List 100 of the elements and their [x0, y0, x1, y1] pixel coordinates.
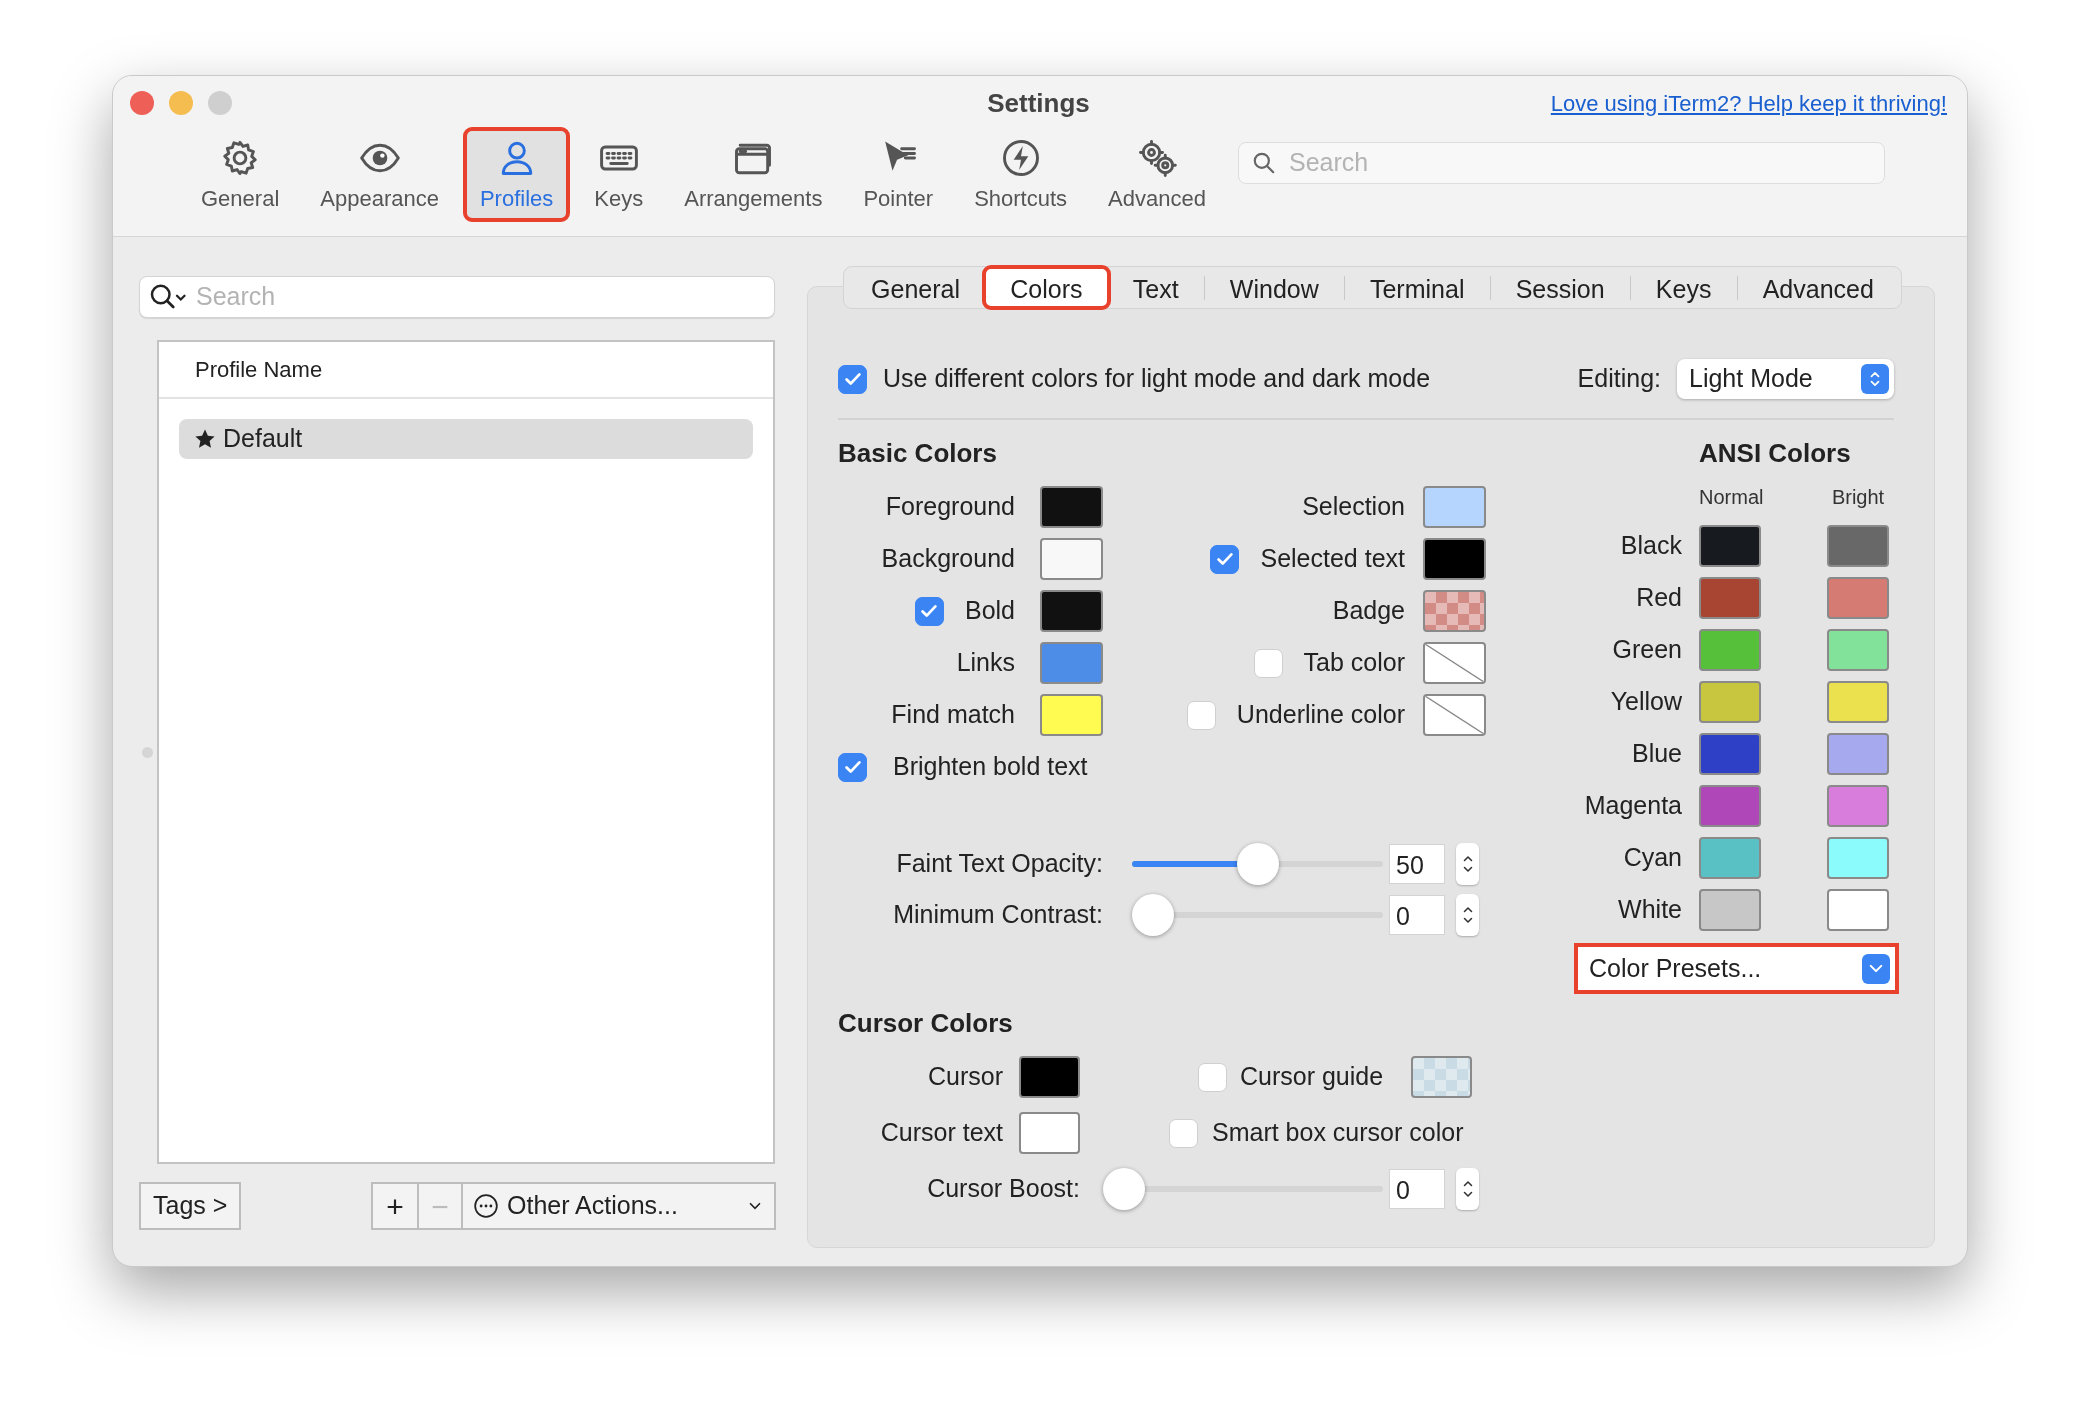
slider-label: Cursor Boost:	[926, 1173, 1080, 1205]
color-swatch[interactable]	[1040, 590, 1103, 632]
color-swatch[interactable]	[1827, 629, 1889, 671]
color-swatch[interactable]	[1019, 1056, 1080, 1098]
tab[interactable]: Text	[1107, 268, 1204, 307]
chevron-icon	[1869, 964, 1883, 973]
color-swatch[interactable]	[1699, 681, 1761, 723]
tags-button[interactable]: Tags >	[139, 1182, 242, 1230]
color-swatch[interactable]	[1040, 486, 1103, 528]
color-label: Cyan	[1622, 842, 1682, 874]
slider[interactable]	[1103, 1168, 1383, 1210]
zoom-button[interactable]	[208, 91, 232, 115]
color-swatch[interactable]	[1423, 538, 1486, 580]
checkbox[interactable]	[1186, 700, 1216, 730]
checkbox[interactable]	[1169, 1118, 1198, 1148]
toolbar-tab[interactable]: General	[187, 130, 294, 219]
color-swatch[interactable]	[1411, 1056, 1473, 1098]
color-swatch[interactable]	[1019, 1112, 1080, 1154]
toolbar-tab[interactable]: Arrangements	[670, 130, 837, 219]
checkbox[interactable]	[914, 596, 944, 626]
color-swatch[interactable]	[1699, 525, 1761, 567]
slider[interactable]	[1132, 842, 1383, 885]
toolbar-tab[interactable]: Profiles	[465, 130, 568, 219]
color-swatch[interactable]	[1699, 837, 1761, 879]
presets-dropdown[interactable]: Color Presets...	[1577, 946, 1896, 991]
tab[interactable]: General	[846, 268, 986, 307]
color-swatch[interactable]	[1699, 889, 1761, 931]
color-swatch[interactable]	[1699, 629, 1761, 671]
other-actions-button[interactable]: Other Actions...	[463, 1182, 776, 1230]
color-swatch[interactable]	[1827, 681, 1889, 723]
slider-label: Minimum Contrast:	[892, 898, 1103, 930]
number-field[interactable]: 0	[1389, 894, 1445, 935]
color-swatch[interactable]	[1423, 590, 1486, 632]
color-label: Tab color	[1303, 647, 1405, 679]
checkbox[interactable]	[1253, 648, 1283, 678]
profile-row[interactable]: Default	[179, 419, 753, 459]
tab[interactable]: Terminal	[1344, 268, 1490, 307]
tab[interactable]: Advanced	[1737, 268, 1899, 307]
checkbox-label: Use different colors for light mode and dark mode	[883, 363, 1431, 395]
color-swatch[interactable]	[1423, 486, 1486, 528]
column-header: Bright	[1830, 485, 1886, 510]
color-swatch[interactable]	[1040, 538, 1103, 580]
color-label: Background	[881, 543, 1015, 575]
color-label: White	[1617, 894, 1682, 926]
stepper[interactable]	[1456, 842, 1479, 885]
search-icon	[1251, 150, 1277, 176]
add-button[interactable]: +	[371, 1182, 419, 1230]
section-title: Cursor Colors	[838, 1007, 1014, 1040]
color-label: Cursor	[927, 1061, 1003, 1093]
ellipsis-icon	[473, 1193, 499, 1219]
slider-thumb[interactable]	[1236, 842, 1279, 885]
tab[interactable]: Keys	[1630, 268, 1737, 307]
mode-dropdown[interactable]: Light Mode	[1677, 359, 1894, 399]
color-swatch[interactable]	[1040, 642, 1103, 684]
slider-thumb[interactable]	[1132, 893, 1174, 936]
checkbox[interactable]	[1198, 1062, 1227, 1092]
close-button[interactable]	[130, 91, 154, 115]
color-label: Underline color	[1236, 699, 1405, 731]
checkbox[interactable]	[838, 364, 867, 394]
color-swatch[interactable]	[1699, 733, 1761, 775]
color-label: Badge	[1332, 595, 1405, 627]
toolbar-tab[interactable]: Advanced	[1094, 130, 1220, 219]
toolbar-tab[interactable]: Shortcuts	[960, 130, 1082, 219]
color-label: Magenta	[1583, 790, 1682, 822]
tab[interactable]: Colors	[985, 268, 1108, 307]
color-swatch[interactable]	[1827, 889, 1889, 931]
checkbox[interactable]	[1210, 544, 1240, 574]
color-label: Red	[1635, 582, 1682, 614]
tab[interactable]: Window	[1204, 268, 1344, 307]
color-swatch[interactable]	[1827, 785, 1889, 827]
color-swatch[interactable]	[1827, 525, 1889, 567]
color-swatch[interactable]	[1827, 837, 1889, 879]
minimize-button[interactable]	[169, 91, 193, 115]
color-label: Foreground	[885, 491, 1015, 523]
checkbox-label: Cursor guide	[1240, 1061, 1384, 1093]
color-swatch[interactable]	[1699, 577, 1761, 619]
stepper[interactable]	[1456, 893, 1479, 936]
slider[interactable]	[1132, 893, 1383, 936]
color-label: Blue	[1630, 738, 1682, 770]
color-swatch[interactable]	[1699, 785, 1761, 827]
color-swatch[interactable]	[1040, 694, 1103, 736]
color-label: Black	[1619, 530, 1682, 562]
stepper[interactable]	[1456, 1168, 1479, 1210]
promo-link[interactable]: Love using iTerm2? Help keep it thriving!	[1550, 86, 1947, 120]
color-label: Selection	[1302, 491, 1405, 523]
column-header[interactable]: Profile Name	[195, 353, 323, 386]
color-swatch[interactable]	[1423, 694, 1486, 736]
color-swatch[interactable]	[1827, 733, 1889, 775]
slider-thumb[interactable]	[1103, 1168, 1145, 1210]
number-field[interactable]: 0	[1389, 1169, 1445, 1209]
toolbar-tab[interactable]: Keys	[580, 130, 658, 219]
color-swatch[interactable]	[1827, 577, 1889, 619]
checkbox[interactable]	[838, 752, 867, 782]
color-label: Links	[956, 647, 1015, 679]
tab[interactable]: Session	[1490, 268, 1630, 307]
number-field[interactable]: 50	[1389, 843, 1445, 884]
toolbar-tab[interactable]: Pointer	[849, 130, 948, 219]
toolbar-tab[interactable]: Appearance	[306, 130, 453, 219]
color-label: Yellow	[1609, 686, 1682, 718]
color-swatch[interactable]	[1423, 642, 1486, 684]
